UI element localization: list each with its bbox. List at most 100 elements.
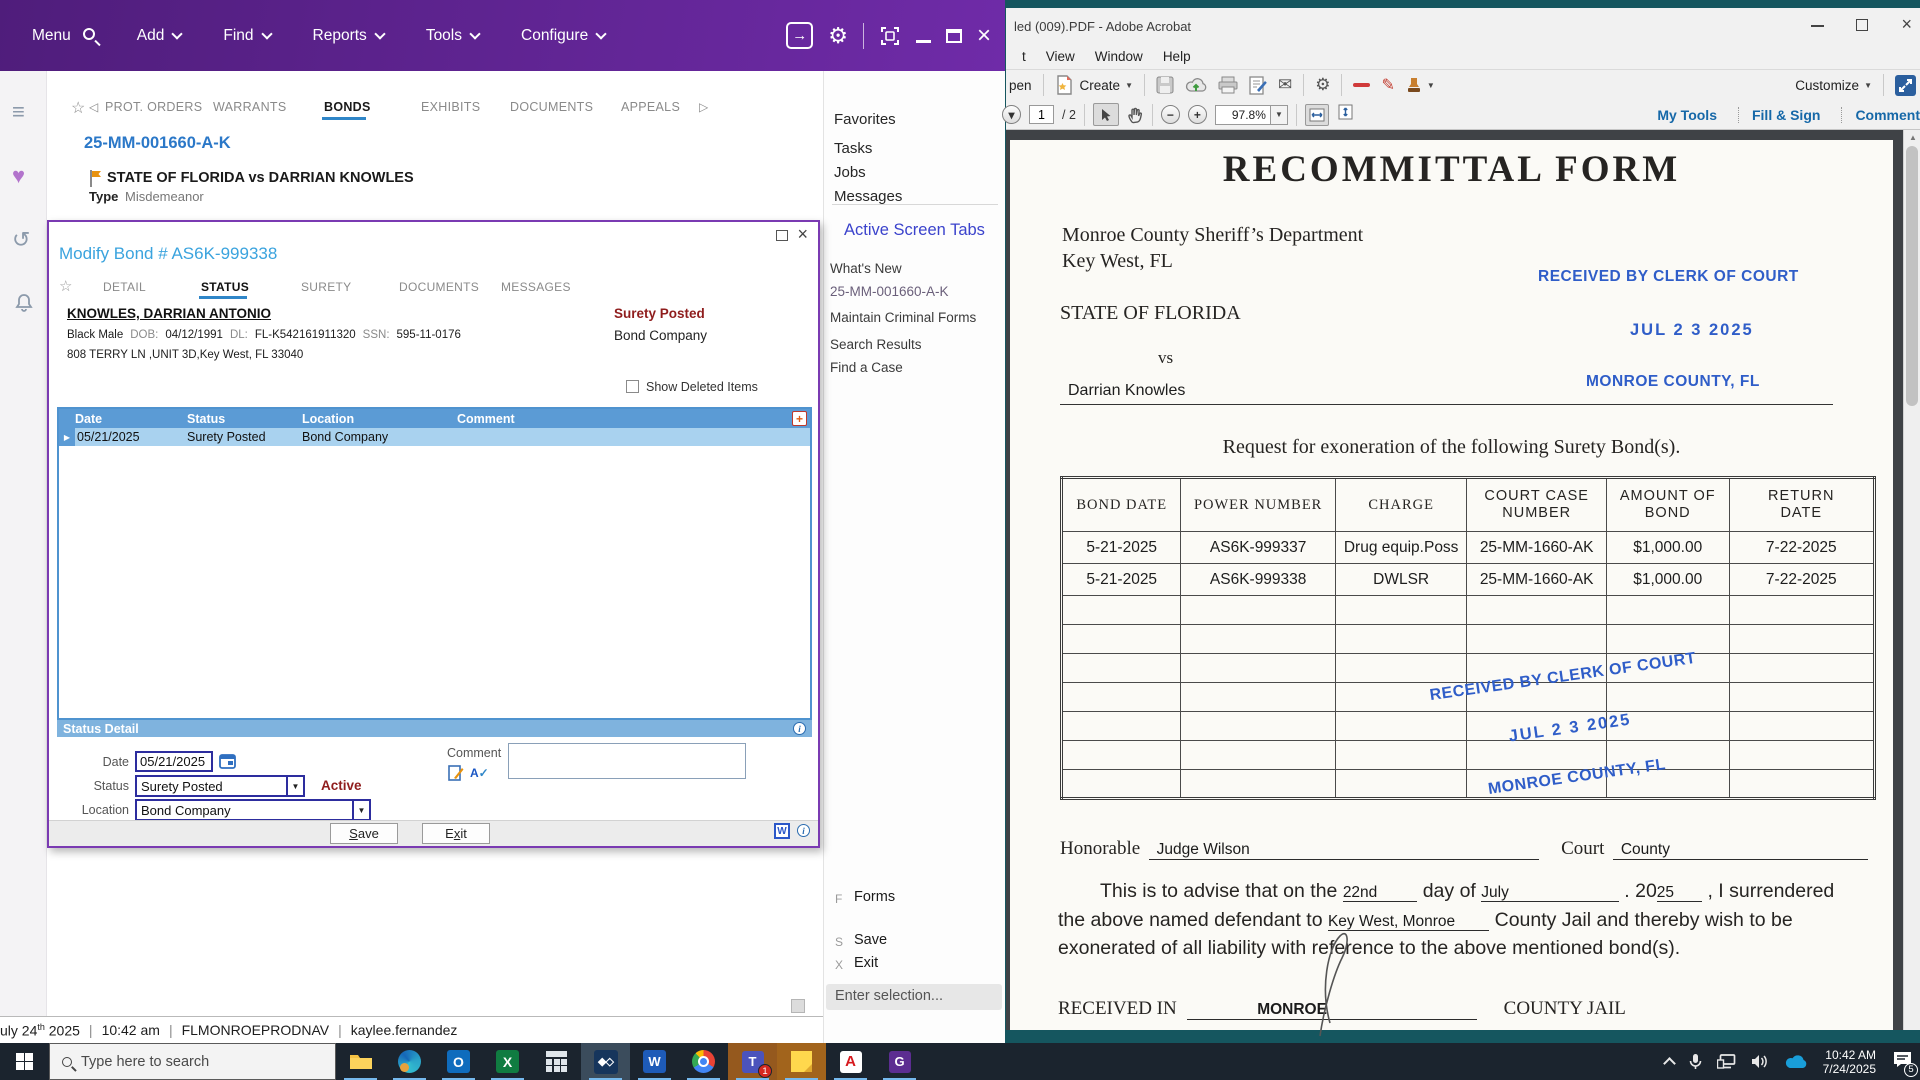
menu-tools[interactable]: Tools <box>426 27 481 45</box>
network-icon[interactable] <box>1716 1054 1736 1069</box>
spell-check-icon[interactable]: A✓ <box>470 766 489 780</box>
calendar-icon[interactable] <box>219 752 236 770</box>
taskbar-browser[interactable] <box>385 1043 434 1080</box>
vertical-scrollbar[interactable]: ▲ <box>1903 130 1920 1030</box>
fit-page-button[interactable] <box>1337 104 1355 125</box>
pen-icon[interactable]: ✎ <box>1381 75 1394 95</box>
taskbar-explorer[interactable] <box>336 1043 385 1080</box>
case-number-link[interactable]: 25-MM-001660-A-K <box>84 134 231 153</box>
minimize-icon[interactable] <box>1811 25 1824 27</box>
close-icon[interactable]: × <box>1901 14 1912 35</box>
col-date[interactable]: Date <box>75 412 187 426</box>
taskbar-excel[interactable]: X <box>483 1043 532 1080</box>
panel-item-favorites[interactable]: Favorites <box>834 111 896 128</box>
location-select[interactable]: Bond Company ▼ <box>135 799 371 821</box>
create-button[interactable]: Create <box>1080 78 1121 93</box>
select-tool-button[interactable] <box>1092 103 1119 126</box>
logout-icon[interactable]: → <box>786 22 814 49</box>
menu-edit-partial[interactable]: t <box>1022 49 1026 64</box>
taskbar-navigator-active[interactable]: ◆◇ <box>581 1043 630 1080</box>
screen-tab-whats-new[interactable]: What's New <box>830 261 902 276</box>
tab-prot-orders[interactable]: PROT. ORDERS <box>105 100 202 114</box>
expand-icon[interactable] <box>1895 74 1916 96</box>
info-icon[interactable]: i <box>793 722 806 735</box>
tab-documents[interactable]: DOCUMENTS <box>510 100 593 114</box>
add-row-button[interactable]: + <box>792 411 807 426</box>
menu-button[interactable]: Menu <box>32 27 95 45</box>
close-icon[interactable]: × <box>977 23 991 47</box>
panel-item-jobs[interactable]: Jobs <box>834 164 866 181</box>
tab-exhibits[interactable]: EXHIBITS <box>421 100 480 114</box>
page-number-input[interactable] <box>1029 105 1054 124</box>
dropdown-arrow-icon[interactable]: ▼ <box>352 801 369 819</box>
taskbar-search-box[interactable]: Type here to search <box>49 1043 336 1080</box>
screen-tab-maintain-criminal-forms[interactable]: Maintain Criminal Forms <box>830 310 976 325</box>
tab-scroll-right-icon[interactable]: ▷ <box>699 100 708 114</box>
dialog-close-icon[interactable]: × <box>797 224 808 245</box>
favorites-heart-icon[interactable]: ♥ <box>12 163 25 189</box>
action-center[interactable]: 5 <box>1893 1051 1918 1077</box>
shortcut-forms[interactable]: Forms <box>854 889 895 905</box>
grid-row[interactable]: ▶ 05/21/2025 Surety Posted Bond Company <box>59 428 810 446</box>
col-status[interactable]: Status <box>187 412 302 426</box>
save-button[interactable]: Save <box>330 823 398 844</box>
gear-icon[interactable]: ⚙ <box>828 23 848 49</box>
zoom-dropdown-icon[interactable]: ▼ <box>1270 104 1288 125</box>
tray-chevron-icon[interactable] <box>1662 1057 1676 1070</box>
status-select[interactable]: Surety Posted ▼ <box>135 775 305 797</box>
upload-cloud-icon[interactable] <box>1185 76 1207 94</box>
bell-icon[interactable] <box>14 293 34 313</box>
dialog-restore-icon[interactable] <box>776 230 788 241</box>
dialog-star-icon[interactable]: ☆ <box>59 277 72 295</box>
taskbar-acrobat[interactable]: A <box>826 1043 875 1080</box>
dialog-tab-status-active[interactable]: STATUS <box>201 280 249 294</box>
customize-button[interactable]: Customize <box>1795 78 1859 93</box>
dialog-tab-messages[interactable]: MESSAGES <box>501 280 571 294</box>
screen-tab-find-a-case[interactable]: Find a Case <box>830 360 903 375</box>
menu-reports[interactable]: Reports <box>313 27 386 45</box>
scroll-up-icon[interactable]: ▲ <box>1909 133 1917 142</box>
fullscreen-icon[interactable] <box>879 25 901 47</box>
minimize-icon[interactable] <box>915 40 931 43</box>
taskbar-purple-app[interactable]: G <box>875 1043 924 1080</box>
menu-find[interactable]: Find <box>223 27 273 45</box>
col-comment[interactable]: Comment <box>457 412 515 426</box>
taskbar-sticky-notes[interactable] <box>777 1043 826 1080</box>
col-location[interactable]: Location <box>302 412 457 426</box>
stamp-icon[interactable] <box>1406 76 1422 94</box>
taskbar-teams[interactable]: T1 <box>728 1043 777 1080</box>
zoom-level-value[interactable]: 97.8% <box>1214 104 1271 125</box>
tray-clock[interactable]: 10:42 AM 7/24/2025 <box>1823 1048 1876 1076</box>
taskbar-chrome[interactable] <box>679 1043 728 1080</box>
tab-warrants[interactable]: WARRANTS <box>213 100 286 114</box>
taskbar-outlook[interactable]: O <box>434 1043 483 1080</box>
tab-bonds-active[interactable]: BONDS <box>324 100 371 114</box>
comment-textarea[interactable] <box>508 743 746 779</box>
hand-tool-icon[interactable] <box>1127 106 1144 124</box>
enter-selection-input[interactable]: Enter selection... <box>826 984 1002 1010</box>
favorite-star-icon[interactable]: ☆ <box>71 98 85 118</box>
email-icon[interactable]: ✉ <box>1278 75 1292 95</box>
scroll-thumb[interactable] <box>1906 146 1918 406</box>
next-page-icon[interactable]: ▾ <box>1002 105 1021 124</box>
screen-tab-search-results[interactable]: Search Results <box>830 337 922 352</box>
microphone-icon[interactable] <box>1689 1053 1702 1070</box>
shortcut-save[interactable]: Save <box>854 932 887 948</box>
date-input[interactable] <box>135 751 213 772</box>
panel-item-messages[interactable]: Messages <box>834 188 902 205</box>
tab-appeals[interactable]: APPEALS <box>621 100 680 114</box>
menu-configure[interactable]: Configure <box>521 27 607 45</box>
zoom-out-icon[interactable]: − <box>1160 105 1180 124</box>
gear-icon[interactable]: ⚙ <box>1315 75 1330 95</box>
open-button-partial[interactable]: pen <box>1009 78 1032 93</box>
print-icon[interactable] <box>1218 76 1238 94</box>
shortcut-exit[interactable]: Exit <box>854 955 878 971</box>
onedrive-icon[interactable] <box>1784 1054 1808 1069</box>
fill-sign-icon[interactable] <box>1249 75 1267 95</box>
dialog-tab-surety[interactable]: SURETY <box>301 280 351 294</box>
resize-grip[interactable] <box>791 999 805 1013</box>
screen-tab-case[interactable]: 25-MM-001660-A-K <box>830 284 949 299</box>
zoom-in-icon[interactable]: + <box>1187 105 1207 124</box>
list-icon[interactable]: ≡ <box>12 99 25 125</box>
taskbar-calculator[interactable] <box>532 1043 581 1080</box>
